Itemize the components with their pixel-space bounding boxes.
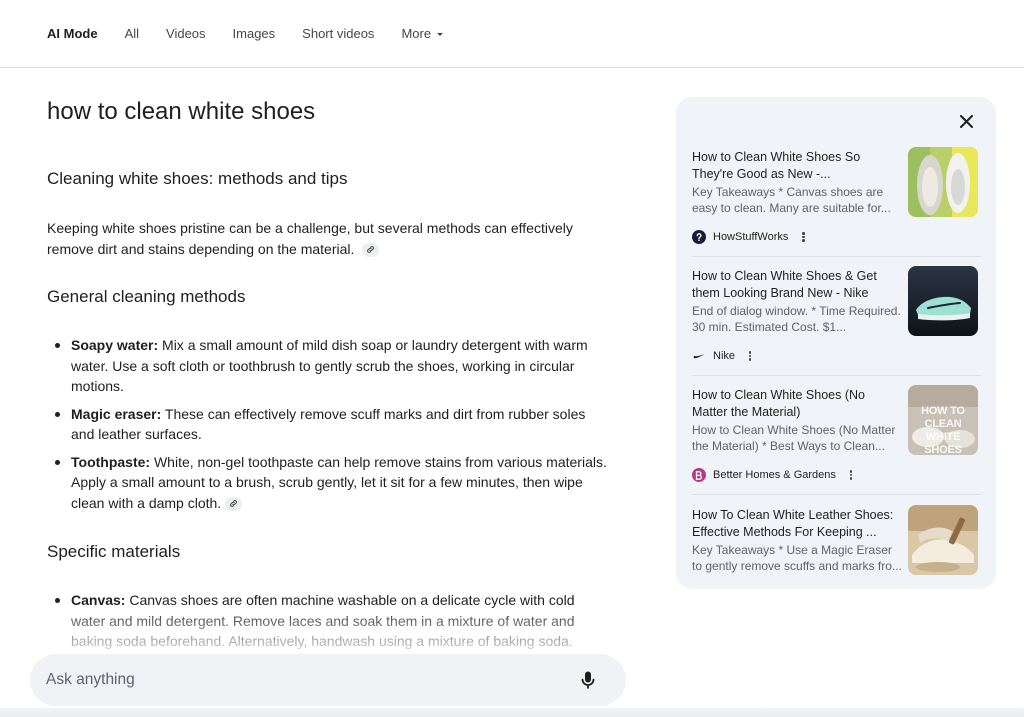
sources-panel: How to Clean White Shoes So They're Good…	[676, 97, 996, 589]
source-site-name: HowStuffWorks	[713, 231, 789, 243]
caret-down-icon	[437, 32, 444, 36]
close-icon	[959, 114, 973, 128]
source-snippet: Key Takeaways * Use a Magic Eraser to ge…	[692, 543, 902, 573]
source-card[interactable]: How to Clean White Shoes So They're Good…	[692, 147, 982, 267]
tab-label: Images	[232, 26, 276, 41]
source-thumbnail[interactable]	[908, 505, 978, 575]
source-thumbnail[interactable]	[908, 266, 978, 336]
sneakers-photo	[908, 147, 978, 217]
divider	[692, 375, 982, 376]
item-text: White, non-gel toothpaste can help remov…	[71, 453, 607, 511]
item-term: Magic eraser:	[71, 405, 162, 422]
source-snippet: How to Clean White Shoes (No Matter the …	[692, 423, 896, 453]
specific-materials-heading: Specific materials	[47, 542, 181, 561]
specific-materials-list: Canvas: Canvas shoes are often machine w…	[47, 590, 612, 659]
leather-shoes-photo	[908, 505, 978, 575]
general-methods-heading: General cleaning methods	[47, 287, 246, 306]
source-title[interactable]: How to Clean White Shoes & Get them Look…	[692, 268, 900, 302]
tab-more[interactable]: More	[401, 26, 444, 41]
nike-sneaker-photo	[908, 266, 978, 336]
item-text: Canvas shoes are often machine washable …	[71, 592, 575, 649]
thumbnail-caption: HOW TO CLEAN WHITE SHOES	[921, 405, 965, 455]
source-meta: Nike	[692, 349, 755, 363]
ask-input[interactable]	[46, 671, 578, 689]
link-icon	[230, 500, 238, 508]
divider	[692, 494, 982, 495]
tab-label: AI Mode	[47, 26, 98, 41]
source-title[interactable]: How to Clean White Shoes (No Matter the …	[692, 387, 900, 421]
b-letter-icon	[695, 470, 703, 480]
voice-search-button[interactable]	[578, 669, 598, 691]
source-card[interactable]: How to Clean White Shoes & Get them Look…	[692, 266, 982, 386]
tab-label: Videos	[166, 26, 206, 41]
item-term: Toothpaste:	[71, 453, 151, 470]
tab-label: All	[124, 26, 140, 41]
list-item: Canvas: Canvas shoes are often machine w…	[47, 590, 612, 652]
search-tabs-bar: AI Mode All Videos Images Short videos M…	[0, 0, 1024, 68]
divider	[692, 256, 982, 257]
intro-text: Keeping white shoes pristine can be a ch…	[47, 220, 573, 257]
tab-label: Short videos	[302, 26, 375, 41]
source-title[interactable]: How To Clean White Leather Shoes: Effect…	[692, 507, 900, 541]
tab-ai-mode[interactable]: AI Mode	[47, 26, 98, 41]
source-thumbnail[interactable]	[908, 147, 978, 217]
item-term: Soapy water:	[71, 337, 159, 353]
microphone-icon	[581, 671, 595, 688]
close-panel-button[interactable]	[956, 111, 976, 131]
tab-videos[interactable]: Videos	[166, 26, 206, 41]
source-site-name: Better Homes & Gardens	[713, 469, 836, 481]
tab-all[interactable]: All	[125, 26, 139, 41]
source-thumbnail[interactable]: HOW TO CLEAN WHITE SHOES	[908, 385, 978, 455]
source-card[interactable]: How to Clean White Shoes (No Matter the …	[692, 385, 982, 505]
list-item: Toothpaste: White, non-gel toothpaste ca…	[47, 452, 612, 514]
source-meta: HowStuffWorks	[692, 230, 808, 244]
citation-link-button[interactable]	[362, 242, 380, 257]
more-options-icon[interactable]	[798, 231, 808, 243]
link-icon	[367, 246, 375, 254]
list-item: Soapy water: Mix a small amount of mild …	[47, 335, 612, 397]
tab-short-videos[interactable]: Short videos	[302, 26, 374, 41]
intro-paragraph: Keeping white shoes pristine can be a ch…	[47, 218, 607, 259]
item-term: Canvas:	[71, 592, 126, 608]
bottom-shade	[0, 708, 1024, 717]
nike-swoosh-icon	[692, 349, 706, 363]
bhg-favicon	[692, 468, 706, 482]
source-snippet: End of dialog window. * Time Required. 3…	[692, 304, 901, 334]
source-site-name: Nike	[713, 350, 736, 362]
source-meta: Better Homes & Gardens	[692, 468, 856, 482]
list-item: Magic eraser: These can effectively remo…	[47, 404, 612, 445]
more-options-icon[interactable]	[846, 469, 856, 481]
tab-images[interactable]: Images	[233, 26, 276, 41]
ai-response: how to clean white shoes Cleaning white …	[47, 68, 617, 717]
question-mark-icon	[696, 233, 702, 242]
response-heading: Cleaning white shoes: methods and tips	[47, 169, 348, 188]
query-title: how to clean white shoes	[47, 98, 316, 125]
general-methods-list: Soapy water: Mix a small amount of mild …	[47, 335, 612, 520]
howstuffworks-favicon	[692, 230, 706, 244]
source-snippet: Key Takeaways * Canvas shoes are easy to…	[692, 185, 891, 215]
source-card[interactable]: How To Clean White Leather Shoes: Effect…	[692, 505, 982, 625]
more-options-icon[interactable]	[745, 350, 755, 362]
citation-link-button[interactable]	[225, 496, 243, 511]
tab-label: More	[401, 26, 432, 41]
ask-bar	[30, 654, 626, 706]
source-title[interactable]: How to Clean White Shoes So They're Good…	[692, 149, 900, 183]
